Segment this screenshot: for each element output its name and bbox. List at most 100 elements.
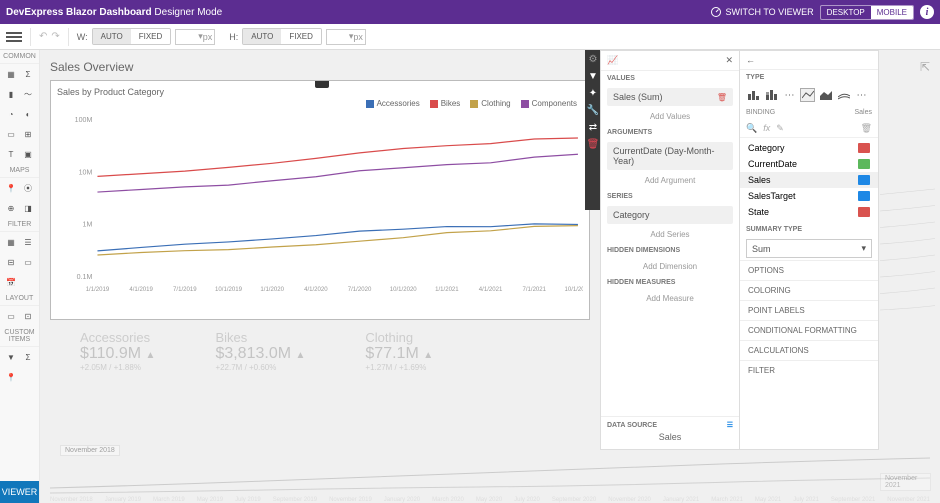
legend-item[interactable]: Clothing [470,99,510,108]
wrench-icon[interactable]: 🔧 [585,105,601,116]
toolbox-bar-icon[interactable]: ▮ [4,87,18,101]
add-dimension-button[interactable]: Add Dimension [601,258,739,275]
undo-button[interactable]: ↶ [39,31,47,42]
clear-icon[interactable]: 🗑 [861,123,872,134]
toolbox-date-icon[interactable]: ▦ [4,235,18,249]
field-salestarget[interactable]: SalesTarget [740,188,878,204]
toolbox-tree-icon[interactable]: ⊞ [21,127,35,141]
edit-icon[interactable]: ✎ [776,123,784,134]
chart-type-icon[interactable]: 📈 [607,55,618,66]
svg-text:4/1/2020: 4/1/2020 [304,287,328,293]
close-icon[interactable]: ✕ [725,55,733,66]
toolbox-geo-icon[interactable]: ◨ [21,201,35,215]
legend-item[interactable]: Bikes [430,99,461,108]
design-canvas: Sales Overview ⇱ Sales by Product Catego… [40,50,940,503]
section-point-labels[interactable]: POINT LABELS [740,300,878,320]
section-options[interactable]: OPTIONS [740,260,878,280]
toolbox-funnel-icon[interactable]: ▼ [4,350,18,364]
kpi-card[interactable]: Bikes$3,813.0M ▲+22.7M / +0.60% [215,330,305,372]
kpi-card[interactable]: Clothing$77.1M ▲+1.27M / +1.69% [365,330,433,372]
svg-text:7/1/2020: 7/1/2020 [348,287,372,293]
toolbox-bubble-icon[interactable]: ⦿ [21,181,35,195]
height-input[interactable]: ▾ px [326,29,366,45]
svg-text:7/1/2021: 7/1/2021 [522,287,546,293]
datasource-value[interactable]: Sales [607,429,733,445]
area-icon[interactable] [818,88,833,102]
toolbox-sigma-icon[interactable]: Σ [21,350,35,364]
background-sparks: November 2021 [880,125,935,385]
app-title: DevExpress Blazor Dashboard Designer Mod… [6,7,222,18]
stacked-bar-icon[interactable] [764,88,779,102]
settings-icon[interactable]: ⚙ [585,54,601,65]
series-item[interactable]: Category [607,206,733,224]
range-spark[interactable]: November 2018 November 2018January 2019M… [50,443,930,503]
field-category[interactable]: Category [740,140,878,156]
redo-button[interactable]: ↷ [51,31,59,42]
section-coloring[interactable]: COLORING [740,280,878,300]
toolbox-cal-icon[interactable]: 📅 [4,275,18,289]
device-toggle[interactable]: DESKTOP MOBILE [820,5,914,20]
mobile-toggle[interactable]: MOBILE [871,6,913,19]
add-series-button[interactable]: Add Series [601,226,739,243]
width-mode-toggle[interactable]: AUTOFIXED [92,28,172,45]
toolbox-tree2-icon[interactable]: ⊟ [4,255,18,269]
toolbox-marker-icon[interactable]: 📍 [4,370,18,384]
arguments-item[interactable]: CurrentDate (Day-Month-Year) [607,142,733,170]
toolbox-grid-icon[interactable]: ▦ [4,67,18,81]
toolbox-image-icon[interactable]: ▣ [21,147,35,161]
toolbox-combo-icon[interactable]: ▭ [21,255,35,269]
hamburger-button[interactable] [6,32,22,42]
range-icon[interactable] [836,88,851,102]
toolbox-gauge-icon[interactable]: ◐ [21,107,35,121]
summary-select[interactable]: Sum▾ [746,239,872,258]
values-item[interactable]: Sales (Sum)🗑 [607,88,733,106]
toolbox-list-icon[interactable]: ☰ [21,235,35,249]
filter-icon[interactable]: ▼ [585,71,601,82]
search-icon[interactable]: 🔍 [746,123,757,134]
info-icon[interactable]: i [920,5,934,19]
viewer-button[interactable]: VIEWER [0,481,39,503]
back-icon[interactable]: ← [746,55,755,65]
desktop-toggle[interactable]: DESKTOP [821,6,871,19]
range-start-tag: November 2018 [60,445,120,456]
bar-icon[interactable] [746,88,761,102]
toolbox-pin-icon[interactable]: 📍 [4,181,18,195]
toolbox-text-icon[interactable]: T [4,147,18,161]
datasource-icon[interactable]: ☰ [727,421,733,429]
export-icon[interactable]: ⇱ [920,60,930,74]
delete-icon[interactable]: 🗑 [585,139,601,150]
toolbox-group-icon[interactable]: ▭ [4,309,18,323]
toolbox-line-icon[interactable]: 〜 [21,87,35,101]
legend-item[interactable]: Components [521,99,577,108]
convert-icon[interactable]: ⇄ [585,122,601,133]
point-icon[interactable]: ⋯ [782,88,797,102]
interact-icon[interactable]: ✦ [585,88,601,99]
field-currentdate[interactable]: CurrentDate [740,156,878,172]
toolbox-pie-icon[interactable]: ◔ [4,107,18,121]
field-sales[interactable]: Sales [740,172,878,188]
toolbox-tab-icon[interactable]: ⊡ [21,309,35,323]
toolbox-card-icon[interactable]: ▭ [4,127,18,141]
toolbox-globe-icon[interactable]: ⊕ [4,201,18,215]
section-filter[interactable]: FILTER [740,360,878,380]
line-icon[interactable] [800,88,815,102]
add-argument-button[interactable]: Add Argument [601,172,739,189]
more-icon[interactable]: ⋯ [854,88,869,102]
legend-item[interactable]: Accessories [366,99,420,108]
field-state[interactable]: State [740,204,878,220]
height-mode-toggle[interactable]: AUTOFIXED [242,28,322,45]
drag-handle[interactable] [315,81,329,88]
toolbox-sigma-icon[interactable]: Σ [21,67,35,81]
height-label: H: [229,32,238,42]
fx-icon[interactable]: fx [763,123,770,134]
section-calculations[interactable]: CALCULATIONS [740,340,878,360]
add-values-button[interactable]: Add Values [601,108,739,125]
section-conditional-formatting[interactable]: CONDITIONAL FORMATTING [740,320,878,340]
chart-widget[interactable]: Sales by Product Category AccessoriesBik… [50,80,590,320]
add-measure-button[interactable]: Add Measure [601,290,739,307]
switch-to-viewer-button[interactable]: SWITCH TO VIEWER [710,6,814,18]
width-input[interactable]: ▾ px [175,29,215,45]
remove-icon[interactable]: 🗑 [717,93,727,102]
data-panel: 📈 ✕ VALUES Sales (Sum)🗑 Add Values ARGUM… [600,50,740,450]
kpi-card[interactable]: Accessories$110.9M ▲+2.05M / +1.88% [80,330,155,372]
